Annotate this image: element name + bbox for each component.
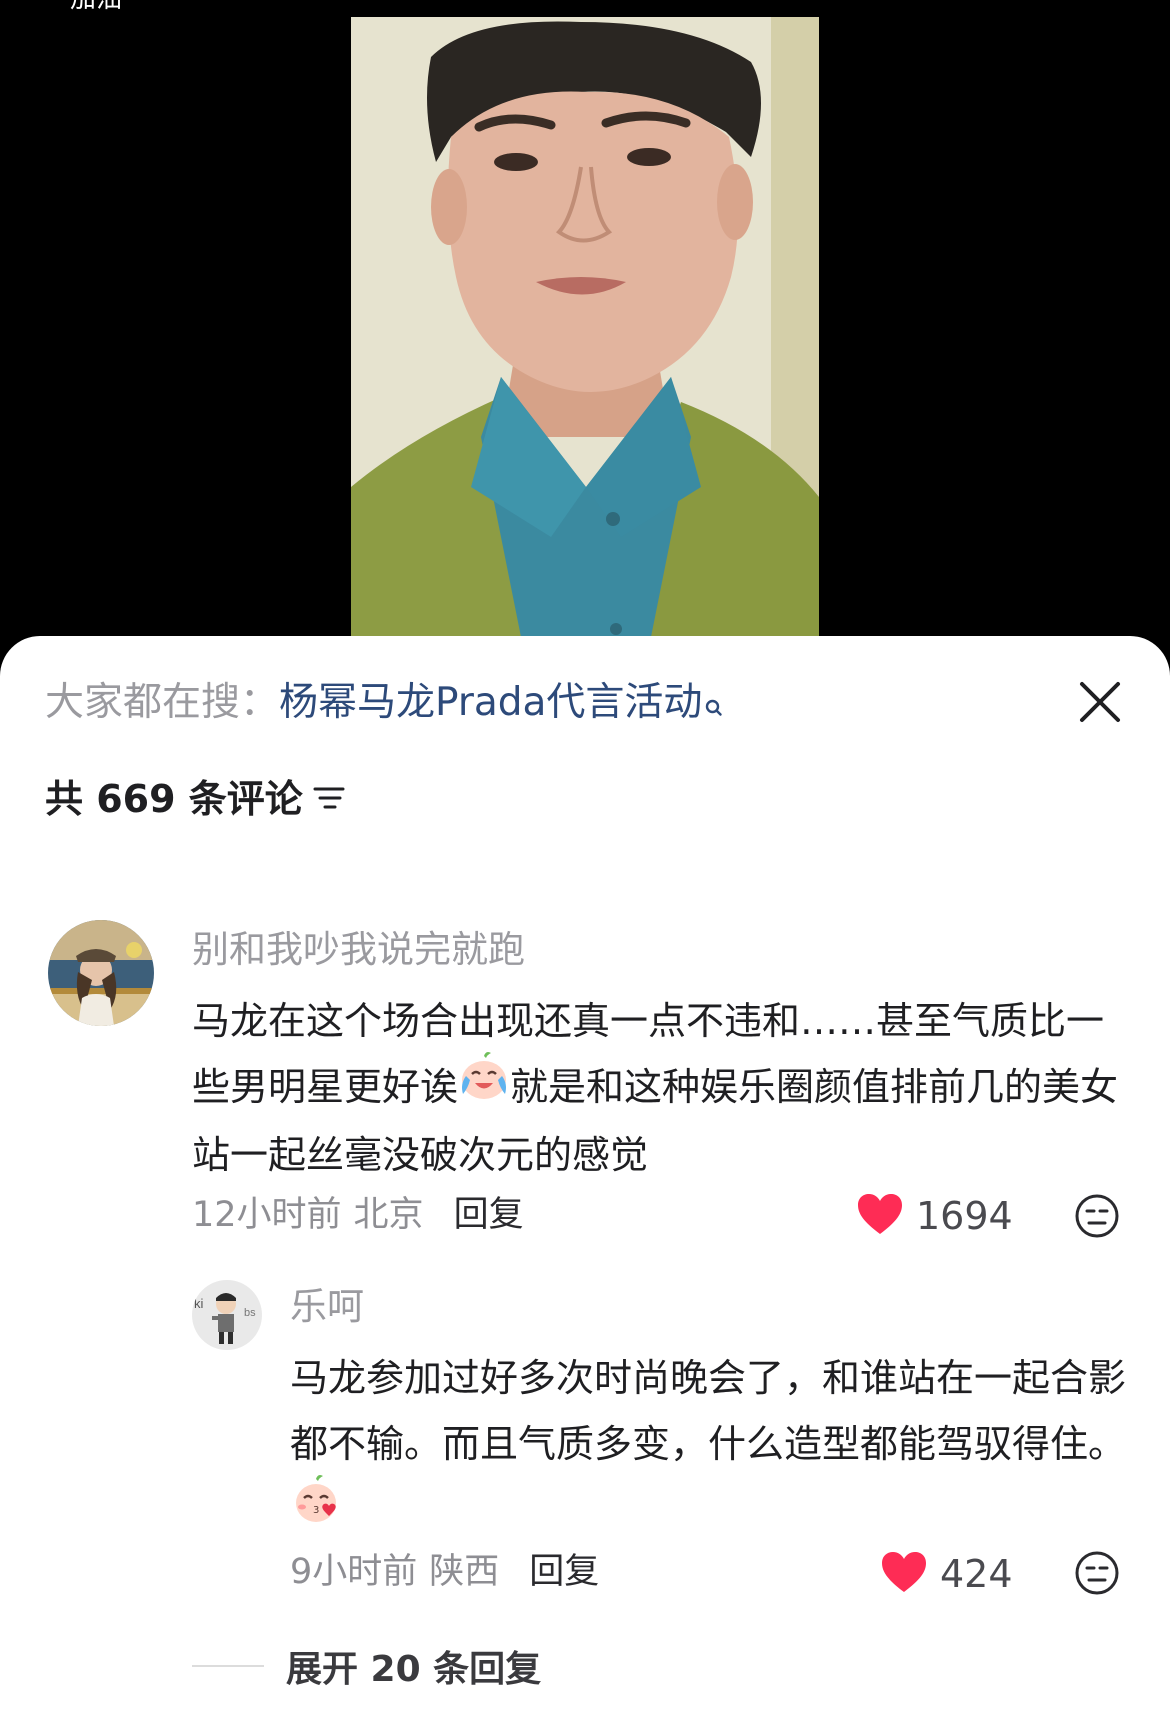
comment-username[interactable]: 别和我吵我说完就跑 <box>192 926 525 974</box>
avatar[interactable]: ki bs <box>192 1280 262 1350</box>
reply-button[interactable]: 回复 <box>454 1195 524 1235</box>
like-button[interactable]: 1694 <box>856 1191 1013 1241</box>
sort-filter-icon[interactable] <box>313 774 345 824</box>
search-suggestion[interactable]: 大家都在搜：杨幂马龙Prada代言活动 <box>45 678 723 732</box>
video-still-image <box>351 17 819 637</box>
kiss-heart-emoji-icon: 3 <box>290 1473 342 1545</box>
comment-count-header: 共 669 条评论 <box>45 774 345 824</box>
like-count: 424 <box>940 1552 1013 1596</box>
like-button[interactable]: 424 <box>880 1549 1013 1599</box>
search-suggestion-prefix: 大家都在搜： <box>45 680 280 725</box>
expand-replies-label[interactable]: 展开 20 条回复 <box>286 1640 541 1692</box>
comment-text: 马龙在这个场合出现还真一点不违和……甚至气质比一些男明星更好诶 就是和这种娱乐圈颜… <box>192 988 1127 1188</box>
svg-text:3: 3 <box>313 1505 319 1516</box>
search-icon[interactable] <box>705 682 723 732</box>
comment-location: 北京 <box>353 1195 424 1235</box>
video-frame[interactable] <box>351 17 819 637</box>
svg-text:bs: bs <box>244 1307 256 1319</box>
laugh-cry-emoji-icon <box>458 1050 510 1122</box>
reply-username[interactable]: 乐呵 <box>290 1283 364 1331</box>
dislike-face-icon[interactable] <box>1074 1193 1120 1239</box>
search-suggestion-link[interactable]: 杨幂马龙Prada代言活动 <box>279 680 702 725</box>
heart-icon[interactable] <box>880 1550 928 1598</box>
video-caption-fragment: 加油 <box>70 0 122 15</box>
close-icon[interactable] <box>1078 680 1122 724</box>
heart-icon[interactable] <box>856 1192 904 1240</box>
reply-text-part: 马龙参加过好多次时尚晚会了，和谁站在一起合影都不输。而且气质多变，什么造型都能驾… <box>290 1356 1127 1466</box>
comment-time: 12小时前 <box>192 1195 342 1235</box>
comment-meta-row: 12小时前 北京 回复 <box>192 1192 524 1238</box>
comment-panel: 大家都在搜：杨幂马龙Prada代言活动 共 669 条评论 别和我吵我说完就跑 <box>0 636 1170 1729</box>
expand-replies-button[interactable]: 展开 20 条回复 <box>192 1641 541 1691</box>
expand-divider-line <box>192 1665 264 1667</box>
reply-button[interactable]: 回复 <box>529 1552 599 1592</box>
svg-text:ki: ki <box>194 1296 204 1311</box>
reply-location: 陕西 <box>429 1552 500 1592</box>
reply-text: 马龙参加过好多次时尚晚会了，和谁站在一起合影都不输。而且气质多变，什么造型都能驾… <box>290 1345 1130 1545</box>
dislike-face-icon[interactable] <box>1074 1550 1120 1596</box>
avatar[interactable] <box>48 920 154 1026</box>
like-count: 1694 <box>916 1194 1013 1238</box>
reply-time: 9小时前 <box>290 1552 418 1592</box>
comment-count-label: 共 669 条评论 <box>45 777 303 821</box>
reply-meta-row: 9小时前 陕西 回复 <box>290 1549 599 1595</box>
video-player[interactable]: 加油 <box>0 0 1170 660</box>
